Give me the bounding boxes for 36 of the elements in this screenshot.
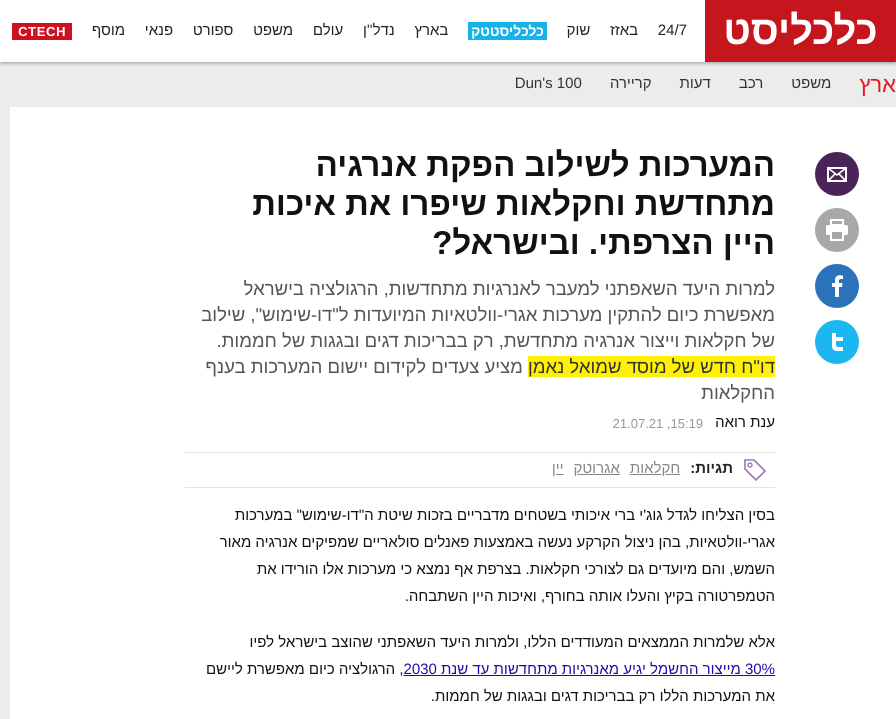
nav-link[interactable]: פנאי bbox=[144, 20, 174, 42]
tag-link[interactable]: יין bbox=[552, 458, 564, 481]
subnav-link[interactable]: Dun's 100 bbox=[514, 73, 582, 96]
nav-link[interactable]: בארץ bbox=[414, 20, 448, 42]
subnav-link[interactable]: קריירה bbox=[610, 73, 652, 96]
nav-link[interactable]: באזז bbox=[610, 20, 638, 42]
tag-link[interactable]: חקלאות bbox=[630, 458, 680, 481]
printer-icon bbox=[824, 219, 848, 241]
mail-button[interactable] bbox=[814, 152, 858, 196]
nav-link[interactable]: עולם bbox=[312, 20, 344, 42]
tags-label: תגיות: bbox=[690, 459, 733, 480]
publish-date: 15:19, 21.07.21 bbox=[612, 414, 704, 432]
article-summary: למרות היעד השאפתני למעבר לאנרגיות מתחדשות, הרגולציה בישראל מאפשרת כיום להתקין מערכות אגרי-וולטאיות המיועדות ל"דו-שימוש", שילוב של חקלאות וייצור אנרגיה מתחדשת, רק בבריכות דגים ובגגות של חממות. דו"ח חדש של מוסד שמואל נאמן מציע צעדים לקידום יישום המערכות בענף החקלאות bbox=[200, 277, 775, 405]
nav-link[interactable]: 24/7 bbox=[658, 20, 687, 42]
nav-link[interactable]: משפט bbox=[253, 20, 294, 42]
ctech-badge[interactable]: CTECH bbox=[12, 22, 72, 40]
article-headline: המערכות לשילוב הפקת אנרגיה מתחדשת וחקלאות שיפרו את איכות היין הצרפתי. ובישראל? bbox=[251, 145, 775, 262]
nav-link[interactable]: שוק bbox=[566, 20, 590, 42]
twitter-icon bbox=[830, 333, 844, 351]
envelope-icon bbox=[826, 166, 846, 182]
subnav-link[interactable]: רכב bbox=[738, 73, 764, 96]
site-logo[interactable]: כלכליסט bbox=[705, 0, 896, 62]
article-paragraph: אלא שלמרות הממצאים המעודדים הללו, ולמרות היעד השאפתני שהוצב בישראל לפיו 30% מייצור החשמל יגיע מאנרגיות מתחדשות עד שנת 2030, הרגולציה כיום מאפשרת ליישם את המערכות הללו רק בבריכות דגים ובגגות של חממות. bbox=[204, 632, 775, 706]
article-paragraph: בסין הצליחו לגדל גוג'י ברי איכותי בשטחים מדבריים בזכות שיטת ה"דו-שימוש" במערכות אגרי-וולטאיות, בהן ניצול הקרקע נעשה באמצעות פאנלים סולאריים שמפיקים אנרגיה מאור השמש, והם מיועדים גם לצורכי חקלאות. בצרפת אף נמצא כי מערכות אלו הורידו את הטמפרטורה בקיץ והעלו אותה בחורף, ואיכות היין השתבחה. bbox=[218, 506, 775, 606]
nav-link[interactable]: מוסף bbox=[92, 20, 126, 42]
facebook-icon bbox=[830, 275, 842, 297]
subnav-link[interactable]: משפט bbox=[791, 73, 832, 96]
nav-link[interactable]: ספורט bbox=[192, 20, 234, 42]
tag-link[interactable]: אגרוטק bbox=[574, 458, 620, 481]
section-title[interactable]: ארץ bbox=[859, 68, 896, 101]
nav-link[interactable]: נדל''ן bbox=[362, 20, 395, 42]
article-link[interactable]: 30% מייצור החשמל יגיע מאנרגיות מתחדשות עד שנת 2030 bbox=[403, 660, 775, 678]
subnav-link[interactable]: דעות bbox=[680, 73, 711, 96]
facebook-button[interactable] bbox=[814, 264, 858, 308]
tag-icon bbox=[743, 458, 767, 482]
author-name[interactable]: ענת רואה bbox=[715, 412, 775, 434]
